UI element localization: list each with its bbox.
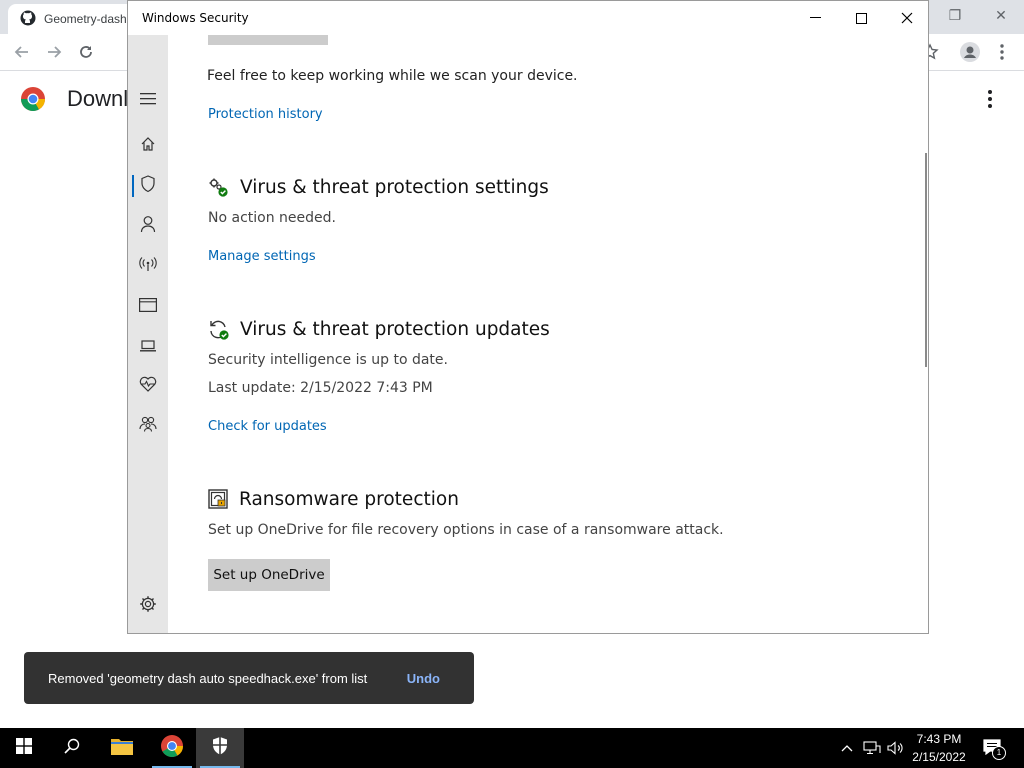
- back-arrow-icon[interactable]: [10, 40, 34, 64]
- updates-status: Security intelligence is up to date.: [208, 352, 448, 368]
- person-icon: [140, 215, 156, 237]
- wireless-signal-icon: [139, 256, 157, 276]
- taskbar-file-explorer[interactable]: [98, 728, 146, 768]
- nav-home[interactable]: [128, 131, 168, 161]
- navigation-pane: [128, 35, 168, 633]
- download-removed-snackbar: Removed 'geometry dash auto speedhack.ex…: [24, 652, 474, 704]
- main-content: Feel free to keep working while we scan …: [168, 35, 928, 633]
- chrome-logo-icon: [20, 86, 46, 117]
- profile-avatar-icon[interactable]: [958, 40, 982, 64]
- start-button[interactable]: [0, 728, 48, 768]
- shield-icon: [140, 175, 156, 197]
- settings-section-title: Virus & threat protection settings: [240, 177, 549, 198]
- taskbar-chrome[interactable]: [148, 728, 196, 768]
- nav-settings[interactable]: [128, 591, 168, 621]
- maximize-button[interactable]: [838, 1, 884, 35]
- family-icon: [139, 416, 157, 436]
- manage-settings-link[interactable]: Manage settings: [208, 249, 316, 264]
- search-button[interactable]: [48, 728, 96, 768]
- check-for-updates-link[interactable]: Check for updates: [208, 419, 327, 434]
- browser-restore-icon[interactable]: ❐: [932, 0, 978, 30]
- taskbar-windows-security[interactable]: [196, 728, 244, 768]
- clock-date: 2/15/2022: [912, 750, 966, 764]
- notification-badge: 1: [992, 746, 1006, 760]
- close-button[interactable]: [884, 1, 928, 35]
- downloads-menu-icon[interactable]: [980, 88, 1000, 110]
- snackbar-message: Removed 'geometry dash auto speedhack.ex…: [48, 670, 368, 686]
- windows-logo-icon: [16, 737, 32, 759]
- browser-window-controls: ❐ ✕: [932, 0, 1024, 30]
- protection-history-link[interactable]: Protection history: [208, 107, 323, 122]
- nav-app-browser-control[interactable]: [128, 291, 168, 321]
- ransomware-section-title: Ransomware protection: [239, 489, 459, 510]
- browser-tab[interactable]: Geometry-dash: [8, 4, 136, 34]
- nav-firewall-network[interactable]: [128, 251, 168, 281]
- clock-time: 7:43 PM: [916, 732, 962, 746]
- ransomware-folder-lock-icon: [208, 489, 230, 511]
- heart-pulse-icon: [139, 376, 157, 396]
- minimize-button[interactable]: [792, 1, 838, 35]
- scrollbar-thumb[interactable]: [925, 153, 927, 367]
- window-title: Windows Security: [142, 11, 249, 25]
- settings-status: No action needed.: [208, 210, 336, 226]
- nav-device-security[interactable]: [128, 331, 168, 361]
- updates-section-title: Virus & threat protection updates: [240, 319, 550, 340]
- action-center-button[interactable]: 1: [980, 728, 1006, 768]
- browser-menu-icon[interactable]: [990, 40, 1014, 64]
- show-hidden-icons-chevron-icon[interactable]: [838, 728, 856, 768]
- nav-family-options[interactable]: [128, 411, 168, 441]
- scan-message: Feel free to keep working while we scan …: [207, 68, 578, 84]
- last-update-text: Last update: 2/15/2022 7:43 PM: [208, 380, 433, 396]
- ransomware-description: Set up OneDrive for file recovery option…: [208, 522, 724, 538]
- reload-icon[interactable]: [74, 40, 98, 64]
- search-icon: [64, 738, 80, 759]
- laptop-icon: [139, 337, 157, 356]
- window-titlebar: Windows Security: [128, 1, 928, 35]
- nav-account-protection[interactable]: [128, 211, 168, 241]
- security-shield-icon: [211, 736, 229, 761]
- folder-icon: [110, 736, 134, 761]
- forward-arrow-icon[interactable]: [42, 40, 66, 64]
- nav-device-performance-health[interactable]: [128, 371, 168, 401]
- notification-icon: 1: [983, 739, 1006, 760]
- windows-security-window: Windows Security Feel free to keep worki…: [127, 0, 929, 634]
- settings-gears-check-icon: [208, 177, 230, 199]
- system-clock[interactable]: 7:43 PM 2/15/2022: [900, 728, 978, 768]
- chrome-icon: [160, 734, 184, 763]
- browser-window-icon: [139, 297, 157, 316]
- gear-icon: [139, 595, 157, 617]
- setup-onedrive-button[interactable]: Set up OneDrive: [208, 559, 330, 591]
- nav-virus-threat-protection[interactable]: [128, 171, 168, 201]
- github-icon: [20, 10, 36, 29]
- update-refresh-check-icon: [208, 319, 230, 341]
- undo-button[interactable]: Undo: [407, 671, 440, 686]
- home-icon: [140, 136, 156, 156]
- browser-tab-title: Geometry-dash: [44, 12, 127, 26]
- downloads-page-title: Downl: [67, 86, 129, 111]
- browser-close-icon[interactable]: ✕: [978, 0, 1024, 30]
- network-icon[interactable]: [862, 728, 882, 768]
- taskbar: 7:43 PM 2/15/2022 1: [0, 728, 1024, 768]
- scan-progress-bar: [208, 35, 328, 45]
- hamburger-menu-button[interactable]: [128, 84, 168, 114]
